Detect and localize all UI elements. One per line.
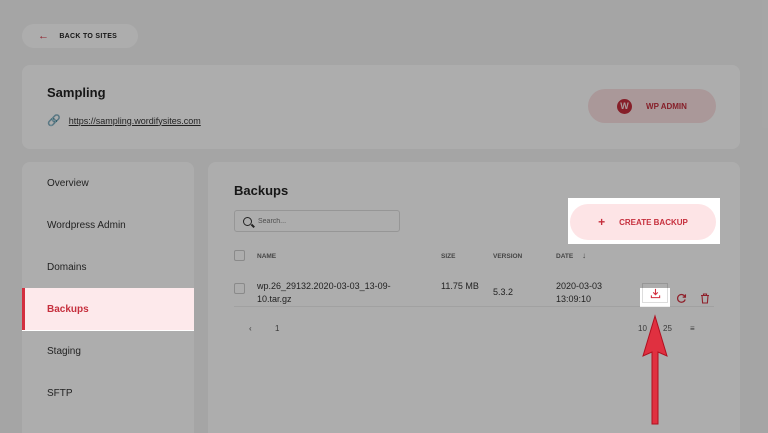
- link-icon: 🔗: [47, 115, 61, 127]
- plus-icon: +: [598, 215, 606, 229]
- wordpress-icon: W: [617, 98, 633, 114]
- sidebar-item-wordpress-admin[interactable]: Wordpress Admin: [22, 204, 194, 246]
- page-title: Backups: [234, 183, 289, 198]
- column-size[interactable]: SIZE: [441, 253, 455, 260]
- site-url[interactable]: https://sampling.wordifysites.com: [69, 116, 201, 126]
- back-to-sites-label: BACK TO SITES: [59, 32, 118, 40]
- pagination-prev[interactable]: ‹: [249, 324, 252, 333]
- search-box[interactable]: [234, 210, 400, 232]
- site-header-card: Sampling 🔗 https://sampling.wordifysites…: [22, 65, 740, 149]
- search-icon: [243, 216, 252, 226]
- annotation-arrow: [642, 314, 668, 425]
- create-backup-label: CREATE BACKUP: [619, 217, 688, 227]
- trash-icon: [701, 292, 709, 304]
- backup-version: 5.3.2: [493, 287, 514, 297]
- sidebar-item-overview[interactable]: Overview: [22, 162, 194, 204]
- sidebar-item-backups[interactable]: Backups: [22, 288, 194, 330]
- column-version[interactable]: VERSION: [493, 253, 522, 260]
- backup-size: 11.75 MB: [441, 281, 479, 291]
- sidebar-item-staging[interactable]: Staging: [22, 330, 194, 372]
- table-header: NAME SIZE VERSION DATE ↓: [234, 250, 714, 264]
- backup-name: wp.26_29132.2020-03-03_13-09-10.tar.gz: [257, 281, 391, 304]
- pagination-page[interactable]: 1: [275, 324, 279, 333]
- back-arrow-icon: ←: [38, 30, 50, 42]
- restore-icon: [676, 293, 686, 303]
- backup-date: 2020-03-03 13:09:10: [556, 281, 603, 304]
- pagination-menu[interactable]: ≡: [690, 324, 695, 333]
- wp-admin-label: WP ADMIN: [646, 101, 687, 111]
- row-divider: [234, 306, 714, 307]
- site-link[interactable]: 🔗 https://sampling.wordifysites.com: [47, 114, 201, 127]
- wp-admin-button[interactable]: W WP ADMIN: [588, 89, 716, 123]
- search-input[interactable]: [258, 217, 388, 225]
- row-checkbox[interactable]: [234, 283, 245, 294]
- site-title: Sampling: [47, 85, 106, 100]
- column-name[interactable]: NAME: [257, 253, 276, 260]
- download-button[interactable]: [642, 283, 668, 303]
- sidebar-item-domains[interactable]: Domains: [22, 246, 194, 288]
- sort-arrow-icon[interactable]: ↓: [582, 251, 586, 260]
- download-icon: [650, 288, 660, 298]
- column-date[interactable]: DATE: [556, 253, 573, 260]
- sidebar-item-sftp[interactable]: SFTP: [22, 372, 194, 414]
- select-all-checkbox[interactable]: [234, 250, 245, 261]
- back-to-sites-button[interactable]: ← BACK TO SITES: [22, 24, 138, 48]
- site-sidebar: Overview Wordpress Admin Domains Backups…: [22, 162, 194, 433]
- create-backup-button[interactable]: + CREATE BACKUP: [570, 204, 716, 240]
